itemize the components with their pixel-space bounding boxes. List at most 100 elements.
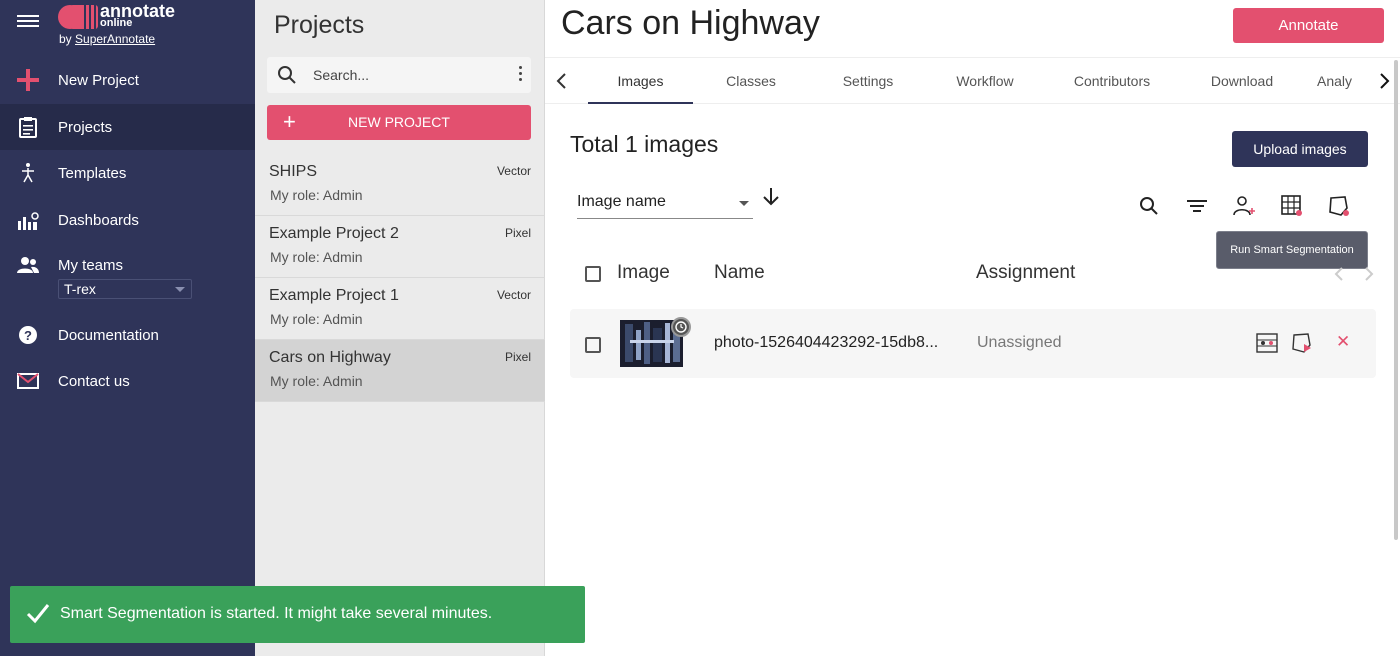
- clipboard-icon: [16, 115, 40, 139]
- smart-segmentation-icon[interactable]: [1280, 194, 1304, 218]
- team-select-value: T-rex: [64, 281, 96, 297]
- toast-message: Smart Segmentation is started. It might …: [60, 605, 493, 622]
- sidebar-item-label: Projects: [58, 118, 113, 136]
- sidebar-item-label: My teams: [58, 256, 124, 274]
- row-checkbox[interactable]: [585, 337, 601, 353]
- column-header-name: Name: [714, 262, 765, 283]
- smart-segmentation-icon[interactable]: [1256, 332, 1278, 354]
- new-project-label: NEW PROJECT: [348, 114, 450, 130]
- sidebar-item-label: New Project: [58, 71, 139, 89]
- project-type: Pixel: [504, 226, 531, 240]
- chevron-right-icon[interactable]: [1377, 72, 1391, 90]
- tab-contributors[interactable]: Contributors: [1053, 58, 1171, 104]
- chevron-right-icon[interactable]: [1363, 266, 1375, 282]
- select-all-checkbox[interactable]: [585, 266, 601, 282]
- page-title: Cars on Highway: [561, 4, 820, 42]
- project-type: Pixel: [504, 350, 531, 364]
- project-role: My role: Admin: [270, 187, 363, 203]
- table-row[interactable]: photo-1526404423292-15db8... Unassigned …: [570, 309, 1376, 378]
- tab-download[interactable]: Download: [1192, 58, 1292, 104]
- delete-icon[interactable]: ✕: [1336, 333, 1350, 351]
- project-item-selected[interactable]: Cars on Highway My role: Admin Pixel: [255, 340, 545, 402]
- project-type: Vector: [496, 164, 531, 178]
- search-icon[interactable]: [1137, 194, 1161, 218]
- tab-settings[interactable]: Settings: [818, 58, 918, 104]
- search-box: [267, 57, 531, 93]
- new-project-button[interactable]: + NEW PROJECT: [267, 105, 531, 140]
- annotate-button[interactable]: Annotate: [1233, 8, 1384, 43]
- check-icon: [26, 604, 50, 624]
- chevron-left-icon[interactable]: [555, 72, 569, 90]
- chevron-down-icon: [175, 287, 185, 292]
- tab-images[interactable]: Images: [588, 58, 693, 104]
- image-name[interactable]: photo-1526404423292-15db8...: [714, 334, 938, 352]
- sidebar-item-dashboards[interactable]: Dashboards: [0, 197, 255, 243]
- filter-icon[interactable]: [1185, 194, 1209, 218]
- sidebar-item-contact-us[interactable]: Contact us: [0, 358, 255, 404]
- chevron-left-icon[interactable]: [1333, 266, 1345, 282]
- projects-title: Projects: [274, 11, 365, 39]
- scrollbar[interactable]: [1392, 0, 1400, 656]
- project-role: My role: Admin: [270, 373, 363, 389]
- mail-icon: [16, 369, 40, 393]
- dashboard-icon: [16, 208, 40, 232]
- toast-notification: Smart Segmentation is started. It might …: [10, 586, 585, 643]
- main-panel: Cars on Highway Annotate Images Classes …: [545, 0, 1400, 656]
- logo-byline: by SuperAnnotate: [59, 32, 155, 46]
- scrollbar-thumb[interactable]: [1394, 60, 1398, 540]
- table-header: Image Name Assignment: [570, 255, 1375, 291]
- tab-bar: Images Classes Settings Workflow Contrib…: [545, 57, 1400, 104]
- help-icon: ?: [16, 323, 40, 347]
- sidebar-item-projects[interactable]: Projects: [0, 104, 255, 150]
- project-role: My role: Admin: [270, 249, 363, 265]
- project-item[interactable]: Example Project 2 My role: Admin Pixel: [255, 216, 545, 278]
- chevron-down-icon: [739, 201, 749, 206]
- sidebar-item-label: Documentation: [58, 326, 159, 344]
- byline-prefix: by: [59, 32, 72, 46]
- sidebar-item-my-teams[interactable]: My teams: [0, 252, 255, 278]
- sort-select-value: Image name: [577, 193, 666, 210]
- project-name: SHIPS: [269, 163, 318, 180]
- project-name: Example Project 1: [269, 287, 399, 304]
- project-name: Cars on Highway: [269, 349, 391, 366]
- plus-icon: [16, 68, 40, 92]
- upload-images-button[interactable]: Upload images: [1232, 131, 1368, 167]
- assignment-status: Unassigned: [977, 334, 1062, 351]
- tab-classes[interactable]: Classes: [701, 58, 801, 104]
- arrow-down-icon[interactable]: [761, 186, 781, 208]
- tab-analytics[interactable]: Analy: [1317, 58, 1369, 104]
- more-vertical-icon[interactable]: [517, 66, 523, 84]
- sidebar-item-label: Contact us: [58, 372, 130, 390]
- search-input[interactable]: [313, 65, 503, 85]
- team-icon: [16, 253, 40, 277]
- sidebar-item-templates[interactable]: Templates: [0, 150, 255, 196]
- svg-text:?: ?: [24, 328, 32, 343]
- annotate-image-icon[interactable]: [1291, 332, 1313, 354]
- sidebar-item-label: Templates: [58, 164, 127, 182]
- menu-icon[interactable]: [17, 12, 39, 30]
- sort-select[interactable]: Image name: [577, 193, 753, 219]
- assign-user-icon[interactable]: [1232, 194, 1256, 218]
- sidebar: annotate online by SuperAnnotate New Pro…: [0, 0, 255, 656]
- templates-icon: [16, 161, 40, 185]
- logo-subtext: online: [100, 17, 133, 29]
- logo-mark-icon: [58, 5, 98, 29]
- sidebar-item-label: Dashboards: [58, 211, 139, 229]
- polygon-settings-icon[interactable]: [1327, 194, 1351, 218]
- sidebar-item-documentation[interactable]: ? Documentation: [0, 312, 255, 358]
- column-header-assignment: Assignment: [976, 262, 1076, 283]
- project-item[interactable]: SHIPS My role: Admin Vector: [255, 154, 545, 216]
- total-images-label: Total 1 images: [570, 131, 719, 157]
- superannotate-link[interactable]: SuperAnnotate: [75, 32, 155, 46]
- project-role: My role: Admin: [270, 311, 363, 327]
- sidebar-item-new-project[interactable]: New Project: [0, 57, 255, 103]
- team-select[interactable]: T-rex: [58, 279, 192, 299]
- search-icon[interactable]: [277, 65, 297, 85]
- clock-icon: [671, 317, 691, 337]
- project-type: Vector: [496, 288, 531, 302]
- project-item[interactable]: Example Project 1 My role: Admin Vector: [255, 278, 545, 340]
- column-header-image: Image: [617, 262, 670, 283]
- projects-panel: Projects + NEW PROJECT SHIPS My role: Ad…: [255, 0, 545, 656]
- tab-workflow[interactable]: Workflow: [935, 58, 1035, 104]
- project-name: Example Project 2: [269, 225, 399, 242]
